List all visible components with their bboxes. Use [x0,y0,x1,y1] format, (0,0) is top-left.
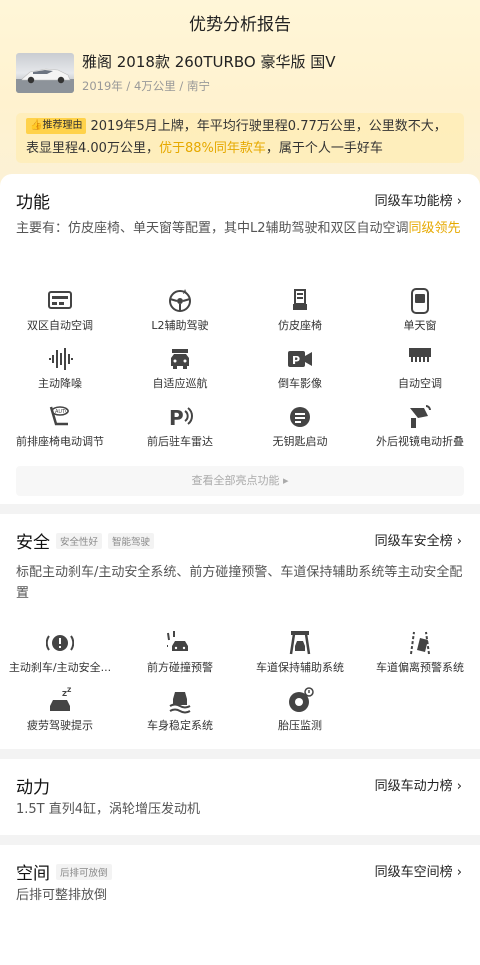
safety-section: 安全 安全性好 智能驾驶 同级车安全榜 › 标配主动刹车/主动安全系统、前方碰撞… [0,514,480,749]
function-rank-link[interactable]: 同级车功能榜 › [375,190,462,209]
function-feature-label: 自动空调 [398,377,442,390]
function-title: 功能 [16,193,50,213]
safety-feature-label: 胎压监测 [278,719,322,732]
safety-desc: 标配主动刹车/主动安全系统、前方碰撞预警、车道保持辅助系统等主动安全配置 [16,565,463,601]
function-feature-item[interactable]: 外后视镜电动折叠 [360,400,480,458]
recommend-tag: 👍推荐理由 [26,118,87,134]
function-feature-label: 无钥匙启动 [272,435,328,448]
cruise-car-icon [120,342,240,372]
auto-seat-icon: AUTO [0,400,120,430]
function-feature-label: 前排座椅电动调节 [16,435,104,448]
safety-rank-link[interactable]: 同级车安全榜 › [375,530,462,549]
page-title: 优势分析报告 [189,15,291,35]
function-feature-item[interactable]: 自适应巡航 [120,342,240,400]
function-feature-label: 双区自动空调 [27,319,93,332]
function-feature-label: 倒车影像 [278,377,322,390]
space-section: 空间 后排可放倒 同级车空间榜 › 后排可整排放倒 [0,845,480,965]
tire-pressure-icon [240,684,360,714]
safety-feature-label: 疲劳驾驶提示 [27,719,93,732]
recommend-reason: 👍推荐理由 2019年5月上牌，年平均行驶里程0.77万公里，公里数不大，表显里… [16,113,464,163]
power-desc: 1.5T 直列4缸，涡轮增压发动机 [16,802,201,817]
power-rank-link[interactable]: 同级车动力榜 › [375,775,462,794]
sound-wave-icon [0,342,120,372]
function-feature-item[interactable]: P 倒车影像 [240,342,360,400]
safety-feature-label: 主动刹车/主动安全... [8,661,112,674]
safety-feature-item[interactable]: 车道偏离预警系统 [360,626,480,684]
reason-text-end: ，属于个人一手好车 [265,141,383,156]
view-all-features-button[interactable]: 查看全部亮点功能 ▸ [16,466,464,496]
function-feature-item[interactable]: 双区自动空调 [0,284,120,342]
thumbs-up-icon: 👍 [30,120,43,131]
function-feature-item[interactable]: P 前后驻车雷达 [120,400,240,458]
safety-tag: 安全性好 [56,532,103,549]
parking-radar-icon: P [120,400,240,430]
safety-feature-label: 前方碰撞预警 [147,661,213,674]
fatigue-icon: ZZ [0,684,120,714]
ac-panel-icon [0,284,120,314]
divider [0,749,480,759]
function-feature-label: 外后视镜电动折叠 [376,435,464,448]
space-title: 空间 [16,864,50,884]
svg-text:Z: Z [67,687,72,694]
function-feature-item[interactable]: 仿皮座椅 [240,284,360,342]
reason-highlight: 优于88%同年款车 [158,141,266,156]
function-feature-grid: 双区自动空调 A L2辅助驾驶 仿皮座椅 单天窗主动降噪 自适应巡航 P 倒车影像 自动空调 AU… [0,284,480,458]
function-section: 功能 同级车功能榜 › 主要有：仿皮座椅、单天窗等配置，其中L2辅助驾驶和双区自… [0,174,480,504]
brake-warning-icon [0,626,120,656]
sunroof-icon [360,284,480,314]
safety-feature-item[interactable]: 胎压监测 [240,684,360,742]
ac-vent-icon [360,342,480,372]
car-thumbnail [16,53,74,93]
collision-warning-icon [120,626,240,656]
power-title: 动力 [16,778,50,798]
keyless-start-icon [240,400,360,430]
function-feature-label: 自适应巡航 [152,377,208,390]
mirror-fold-icon [360,400,480,430]
function-desc: 主要有：仿皮座椅、单天窗等配置，其中L2辅助驾驶和双区自动空调同级领先 [16,221,461,236]
divider [0,835,480,845]
space-rank-link[interactable]: 同级车空间榜 › [375,861,462,880]
car-summary[interactable]: 雅阁 2018款 260TURBO 豪华版 国V 2019年 / 4万公里 / … [16,53,336,94]
function-feature-label: L2辅助驾驶 [151,319,209,332]
safety-feature-item[interactable]: 主动刹车/主动安全... [0,626,120,684]
safety-feature-item[interactable]: 车身稳定系统 [120,684,240,742]
svg-text:P: P [169,406,184,430]
safety-feature-item[interactable]: 车道保持辅助系统 [240,626,360,684]
safety-feature-label: 车道保持辅助系统 [256,661,344,674]
safety-feature-label: 车道偏离预警系统 [376,661,464,674]
divider [0,504,480,514]
power-section: 动力 同级车动力榜 › 1.5T 直列4缸，涡轮增压发动机 [0,759,480,835]
function-feature-item[interactable]: 自动空调 [360,342,480,400]
car-name: 雅阁 2018款 260TURBO 豪华版 国V [82,53,336,71]
svg-text:P: P [292,354,300,367]
safety-feature-item[interactable]: 前方碰撞预警 [120,626,240,684]
lane-keep-icon [240,626,360,656]
safety-title: 安全 [16,533,50,553]
safety-feature-item[interactable]: Z Z 疲劳驾驶提示 [0,684,120,742]
car-meta: 2019年 / 4万公里 / 南宁 [82,79,210,93]
function-feature-label: 单天窗 [403,319,437,332]
svg-text:AUTO: AUTO [55,409,69,415]
function-feature-item[interactable]: 主动降噪 [0,342,120,400]
safety-tag: 智能驾驶 [108,532,155,549]
function-feature-item[interactable]: 单天窗 [360,284,480,342]
space-tag: 后排可放倒 [56,863,112,880]
stability-icon [120,684,240,714]
steering-wheel-icon: A [120,284,240,314]
space-desc: 后排可整排放倒 [16,888,108,903]
function-feature-item[interactable]: 无钥匙启动 [240,400,360,458]
lane-departure-icon [360,626,480,656]
safety-feature-grid: 主动刹车/主动安全... 前方碰撞预警 车道保持辅助系统 车道偏离预警系统 Z Z 疲劳驾驶… [0,626,480,742]
function-feature-item[interactable]: AUTO 前排座椅电动调节 [0,400,120,458]
function-feature-label: 仿皮座椅 [278,319,322,332]
function-feature-item[interactable]: A L2辅助驾驶 [120,284,240,342]
function-feature-label: 主动降噪 [38,377,82,390]
report-header: 优势分析报告 雅阁 2018款 260TURBO 豪华版 国V 2019年 / … [0,0,480,190]
function-feature-label: 前后驻车雷达 [147,435,213,448]
seat-icon [240,284,360,314]
safety-feature-label: 车身稳定系统 [147,719,213,732]
camera-p-icon: P [240,342,360,372]
